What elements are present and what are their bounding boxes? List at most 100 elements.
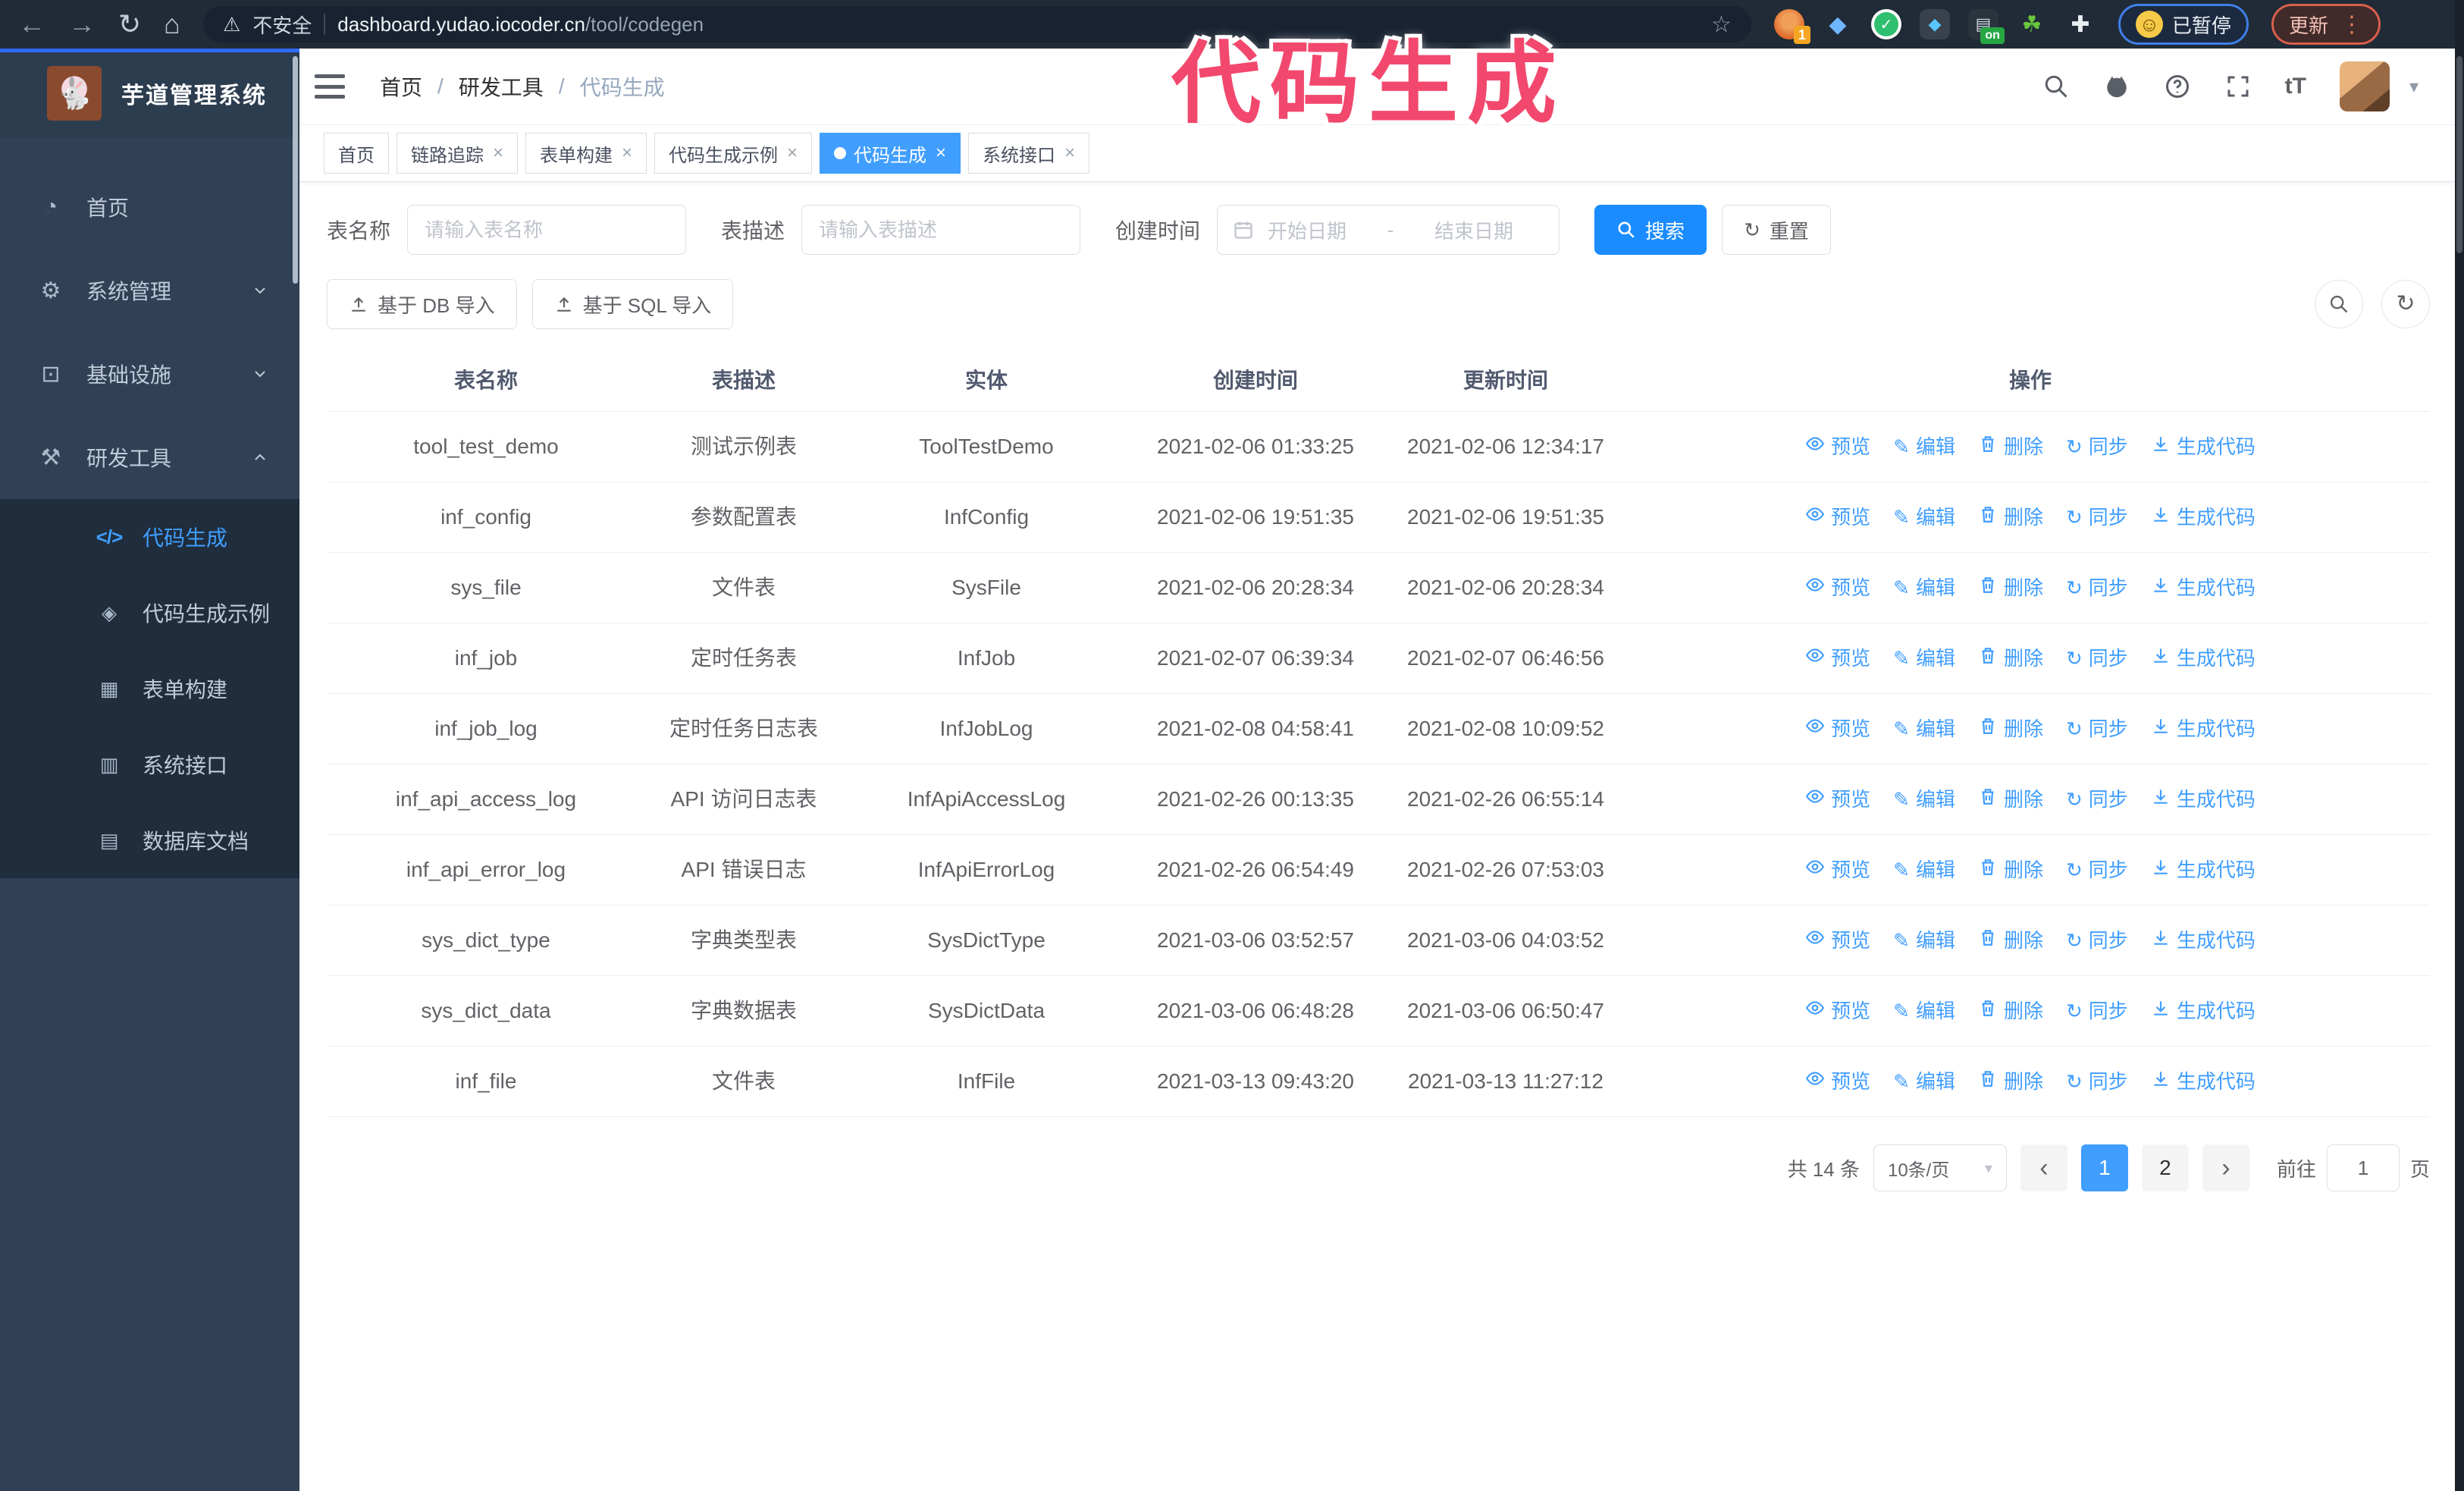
font-size-icon[interactable]: tT [2285,74,2306,99]
action-preview[interactable]: 预览 [1805,853,1870,887]
action-delete[interactable]: 删除 [1978,501,2043,534]
sidebar-subitem-1[interactable]: ◈ 代码生成示例 [0,575,299,651]
ext-orange-icon[interactable]: 1 [1773,9,1810,44]
ext-dark-icon[interactable]: ▤ on [1967,9,2005,44]
action-preview[interactable]: 预览 [1805,1065,1870,1098]
action-preview[interactable]: 预览 [1805,571,1870,604]
prev-page-button[interactable]: ‹ [2020,1144,2067,1191]
action-preview[interactable]: 预览 [1805,501,1870,534]
action-edit[interactable]: ✎ 编辑 [1893,642,1955,675]
action-sync[interactable]: ↻ 同步 [2066,430,2128,463]
scrollbar-thumb[interactable] [2456,56,2462,253]
action-preview[interactable]: 预览 [1805,924,1870,957]
action-preview[interactable]: 预览 [1805,994,1870,1028]
action-delete[interactable]: 删除 [1978,924,2043,957]
ext-sliders-icon[interactable]: ◆ [1919,9,1950,39]
action-delete[interactable]: 删除 [1978,430,2043,463]
reload-icon[interactable]: ↻ [118,11,141,38]
action-preview[interactable]: 预览 [1805,430,1870,463]
sidebar-item-1[interactable]: ⚙ 系统管理 [0,249,299,332]
sidebar-subitem-2[interactable]: ▦ 表单构建 [0,651,299,727]
next-page-button[interactable]: › [2202,1144,2249,1191]
sidebar-item-2[interactable]: ⊡ 基础设施 [0,332,299,416]
close-icon[interactable]: × [787,144,798,162]
toggle-search-button[interactable] [2315,280,2363,328]
action-generate-code[interactable]: 生成代码 [2151,924,2256,957]
page-button-2[interactable]: 2 [2141,1144,2189,1191]
action-delete[interactable]: 删除 [1978,783,2043,816]
action-generate-code[interactable]: 生成代码 [2151,1065,2256,1098]
update-button[interactable]: 更新 ⋮ [2271,4,2381,45]
import-db-button[interactable]: 基于 DB 导入 [327,279,517,329]
action-generate-code[interactable]: 生成代码 [2151,501,2256,534]
close-icon[interactable]: × [622,144,632,162]
tab-home[interactable]: 首页 [324,133,389,174]
action-delete[interactable]: 删除 [1978,571,2043,604]
help-icon[interactable] [2164,73,2191,100]
sidebar-item-0[interactable]: ◔ 首页 [0,165,299,249]
sidebar-subitem-3[interactable]: ▥ 系统接口 [0,727,299,802]
page-button-1[interactable]: 1 [2080,1144,2128,1191]
hamburger-icon[interactable] [315,74,345,99]
search-button[interactable]: 搜索 [1594,205,1707,255]
reset-button[interactable]: ↻ 重置 [1722,205,1831,255]
action-edit[interactable]: ✎ 编辑 [1893,783,1955,816]
search-icon[interactable] [2042,73,2070,100]
action-delete[interactable]: 删除 [1978,1065,2043,1098]
action-generate-code[interactable]: 生成代码 [2151,712,2256,746]
back-icon[interactable]: ← [18,11,45,38]
action-generate-code[interactable]: 生成代码 [2151,642,2256,675]
tab-3[interactable]: 代码生成示例 × [654,133,813,174]
forward-icon[interactable]: → [68,11,96,38]
table-desc-input[interactable] [801,205,1081,255]
action-edit[interactable]: ✎ 编辑 [1893,712,1955,746]
action-delete[interactable]: 删除 [1978,853,2043,887]
refresh-table-button[interactable]: ↻ [2381,280,2430,328]
fullscreen-icon[interactable] [2224,73,2252,100]
paused-pill[interactable]: ☺ 已暂停 [2118,4,2249,45]
action-edit[interactable]: ✎ 编辑 [1893,924,1955,957]
tab-2[interactable]: 表单构建 × [525,133,647,174]
breadcrumb-home[interactable]: 首页 [380,71,422,102]
action-generate-code[interactable]: 生成代码 [2151,783,2256,816]
action-edit[interactable]: ✎ 编辑 [1893,501,1955,534]
action-sync[interactable]: ↻ 同步 [2066,924,2128,957]
action-sync[interactable]: ↻ 同步 [2066,853,2128,887]
action-preview[interactable]: 预览 [1805,642,1870,675]
ext-diamond-icon[interactable]: ◆ [1823,9,1853,39]
action-sync[interactable]: ↻ 同步 [2066,501,2128,534]
action-delete[interactable]: 删除 [1978,712,2043,746]
sidebar-item-3[interactable]: ⚒ 研发工具 [0,416,299,499]
bookmark-star-icon[interactable]: ☆ [1711,11,1732,38]
menu-dots-icon[interactable]: ⋮ [2340,11,2363,38]
table-name-input[interactable] [407,205,687,255]
app-logo[interactable]: 🐇 芋道管理系统 [0,49,299,138]
action-sync[interactable]: ↻ 同步 [2066,994,2128,1028]
action-preview[interactable]: 预览 [1805,712,1870,746]
action-edit[interactable]: ✎ 编辑 [1893,430,1955,463]
action-generate-code[interactable]: 生成代码 [2151,571,2256,604]
github-icon[interactable] [2103,73,2130,100]
action-edit[interactable]: ✎ 编辑 [1893,994,1955,1028]
action-sync[interactable]: ↻ 同步 [2066,1065,2128,1098]
chevron-down-icon[interactable]: ▾ [2409,76,2419,98]
goto-page-input[interactable] [2326,1144,2400,1191]
action-edit[interactable]: ✎ 编辑 [1893,571,1955,604]
action-edit[interactable]: ✎ 编辑 [1893,853,1955,887]
tab-5[interactable]: 系统接口 × [968,133,1090,174]
action-sync[interactable]: ↻ 同步 [2066,571,2128,604]
action-generate-code[interactable]: 生成代码 [2151,430,2256,463]
close-icon[interactable]: × [936,144,946,162]
action-edit[interactable]: ✎ 编辑 [1893,1065,1955,1098]
import-sql-button[interactable]: 基于 SQL 导入 [531,279,734,329]
sidebar-subitem-4[interactable]: ▤ 数据库文档 [0,802,299,878]
breadcrumb-tools[interactable]: 研发工具 [459,71,544,102]
sidebar-scrollbar[interactable] [293,56,298,284]
action-preview[interactable]: 预览 [1805,783,1870,816]
user-avatar[interactable] [2339,61,2390,111]
home-icon[interactable]: ⌂ [164,11,180,38]
extensions-puzzle-icon[interactable]: ✚ [2065,9,2096,39]
sidebar-subitem-0[interactable]: </> 代码生成 [0,499,299,575]
action-sync[interactable]: ↻ 同步 [2066,783,2128,816]
action-delete[interactable]: 删除 [1978,642,2043,675]
